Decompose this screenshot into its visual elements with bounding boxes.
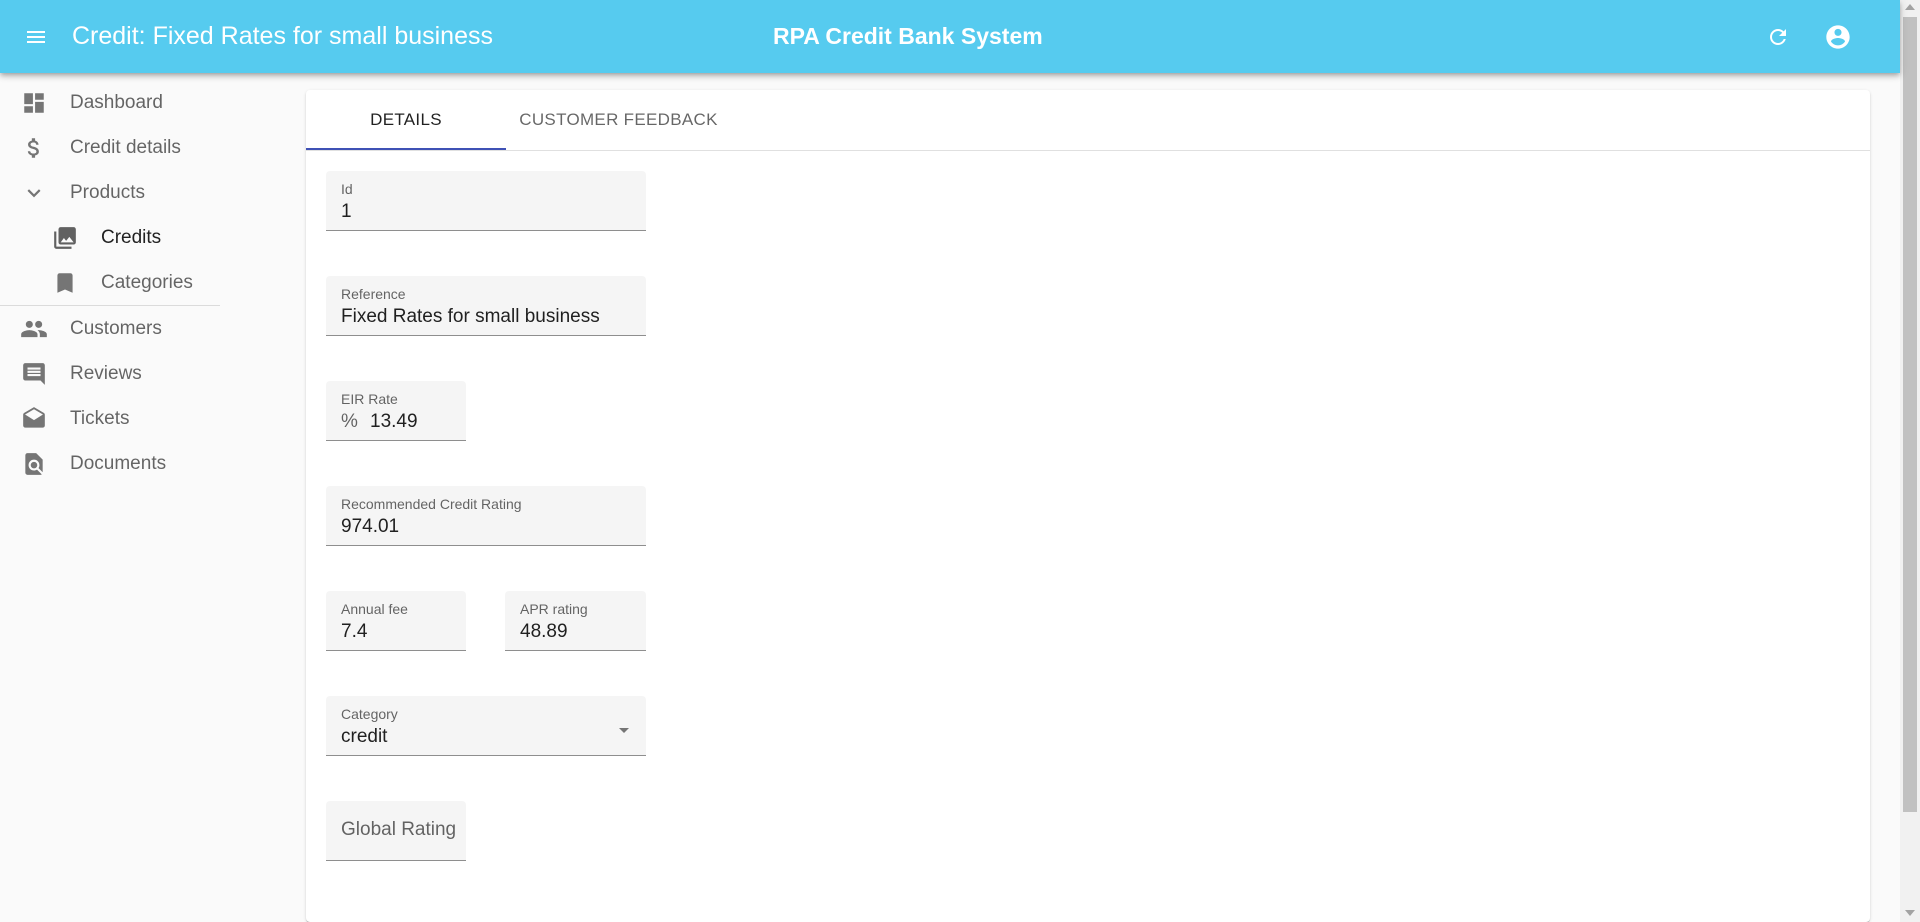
sidebar-item-products[interactable]: Products [0, 170, 240, 215]
reference-value: Fixed Rates for small business [341, 306, 600, 327]
id-value: 1 [341, 201, 352, 222]
sidebar-item-reviews[interactable]: Reviews [0, 351, 240, 396]
annual-fee-field[interactable]: Annual fee 7.4 [326, 591, 466, 651]
sidebar-item-dashboard[interactable]: Dashboard [0, 80, 240, 125]
recommended-credit-rating-value: 974.01 [341, 516, 400, 537]
sidebar-item-label: Tickets [70, 407, 130, 429]
dashboard-icon [20, 89, 48, 117]
photo-library-icon [51, 224, 79, 252]
page-scrollbar[interactable] [1900, 0, 1920, 922]
tab-bar: DETAILS CUSTOMER FEEDBACK [306, 90, 1870, 151]
tab-customer-feedback[interactable]: CUSTOMER FEEDBACK [506, 90, 731, 150]
recommended-credit-rating-field[interactable]: Recommended Credit Rating 974.01 [326, 486, 646, 546]
sidebar-item-label: Categories [101, 271, 193, 293]
chevron-down-icon [20, 179, 48, 207]
refresh-icon [1770, 29, 1786, 45]
bookmark-icon [51, 269, 79, 297]
scroll-thumb[interactable] [1903, 17, 1917, 812]
account-circle-icon [1826, 25, 1850, 49]
category-select[interactable]: Category credit [326, 696, 646, 756]
sidebar-item-label: Customers [70, 317, 162, 339]
id-label: Id [341, 181, 353, 197]
global-rating-field[interactable]: Global Rating [326, 801, 466, 861]
id-field[interactable]: Id 1 [326, 171, 646, 231]
scroll-down-arrow-icon[interactable] [1905, 910, 1915, 916]
app-name: RPA Credit Bank System [773, 23, 1043, 49]
global-rating-label: Global Rating [341, 819, 457, 840]
category-label: Category [341, 706, 398, 722]
sidebar-item-credits[interactable]: Credits [0, 215, 240, 260]
annual-fee-label: Annual fee [341, 601, 408, 617]
sidebar-item-credit-details[interactable]: Credit details [0, 125, 240, 170]
reference-label: Reference [341, 286, 406, 302]
sidebar-item-documents[interactable]: Documents [0, 441, 240, 486]
scroll-up-arrow-icon[interactable] [1905, 4, 1915, 10]
tab-indicator [306, 148, 506, 150]
annual-fee-value: 7.4 [341, 621, 368, 642]
apr-rating-label: APR rating [520, 601, 588, 617]
reference-field[interactable]: Reference Fixed Rates for small business [326, 276, 646, 336]
sidebar-item-categories[interactable]: Categories [0, 260, 240, 305]
eir-rate-field[interactable]: EIR Rate % 13.49 [326, 381, 466, 441]
people-icon [20, 315, 48, 343]
eir-rate-label: EIR Rate [341, 391, 398, 407]
sidebar-item-label: Documents [70, 452, 167, 474]
sidebar-item-customers[interactable]: Customers [0, 306, 240, 351]
sidebar-item-label: Reviews [70, 362, 142, 384]
app-bar: Credit: Fixed Rates for small business R… [0, 0, 1900, 73]
sidebar-item-tickets[interactable]: Tickets [0, 396, 240, 441]
page-title: Credit: Fixed Rates for small business [72, 22, 493, 50]
tab-details[interactable]: DETAILS [306, 90, 506, 150]
recommended-credit-rating-label: Recommended Credit Rating [341, 496, 522, 512]
sidebar-item-label: Credits [101, 226, 162, 248]
eir-rate-value: 13.49 [370, 411, 418, 432]
dollar-icon [20, 134, 48, 162]
percent-prefix: % [341, 411, 358, 432]
drafts-icon [20, 405, 48, 433]
menu-button[interactable] [12, 13, 60, 61]
sidebar-item-label: Credit details [70, 136, 181, 158]
comment-icon [20, 360, 48, 388]
apr-rating-value: 48.89 [520, 621, 568, 642]
sidebar-item-label: Products [70, 181, 145, 203]
refresh-button[interactable] [1754, 13, 1802, 61]
category-value: credit [341, 726, 388, 747]
dropdown-arrow-icon[interactable] [612, 718, 636, 742]
sidebar: Dashboard Credit details Products Credit… [0, 80, 240, 486]
sidebar-item-label: Dashboard [70, 91, 163, 113]
apr-rating-field[interactable]: APR rating 48.89 [505, 591, 646, 651]
find-in-page-icon [20, 450, 48, 478]
menu-icon [27, 31, 45, 43]
account-button[interactable] [1814, 13, 1862, 61]
